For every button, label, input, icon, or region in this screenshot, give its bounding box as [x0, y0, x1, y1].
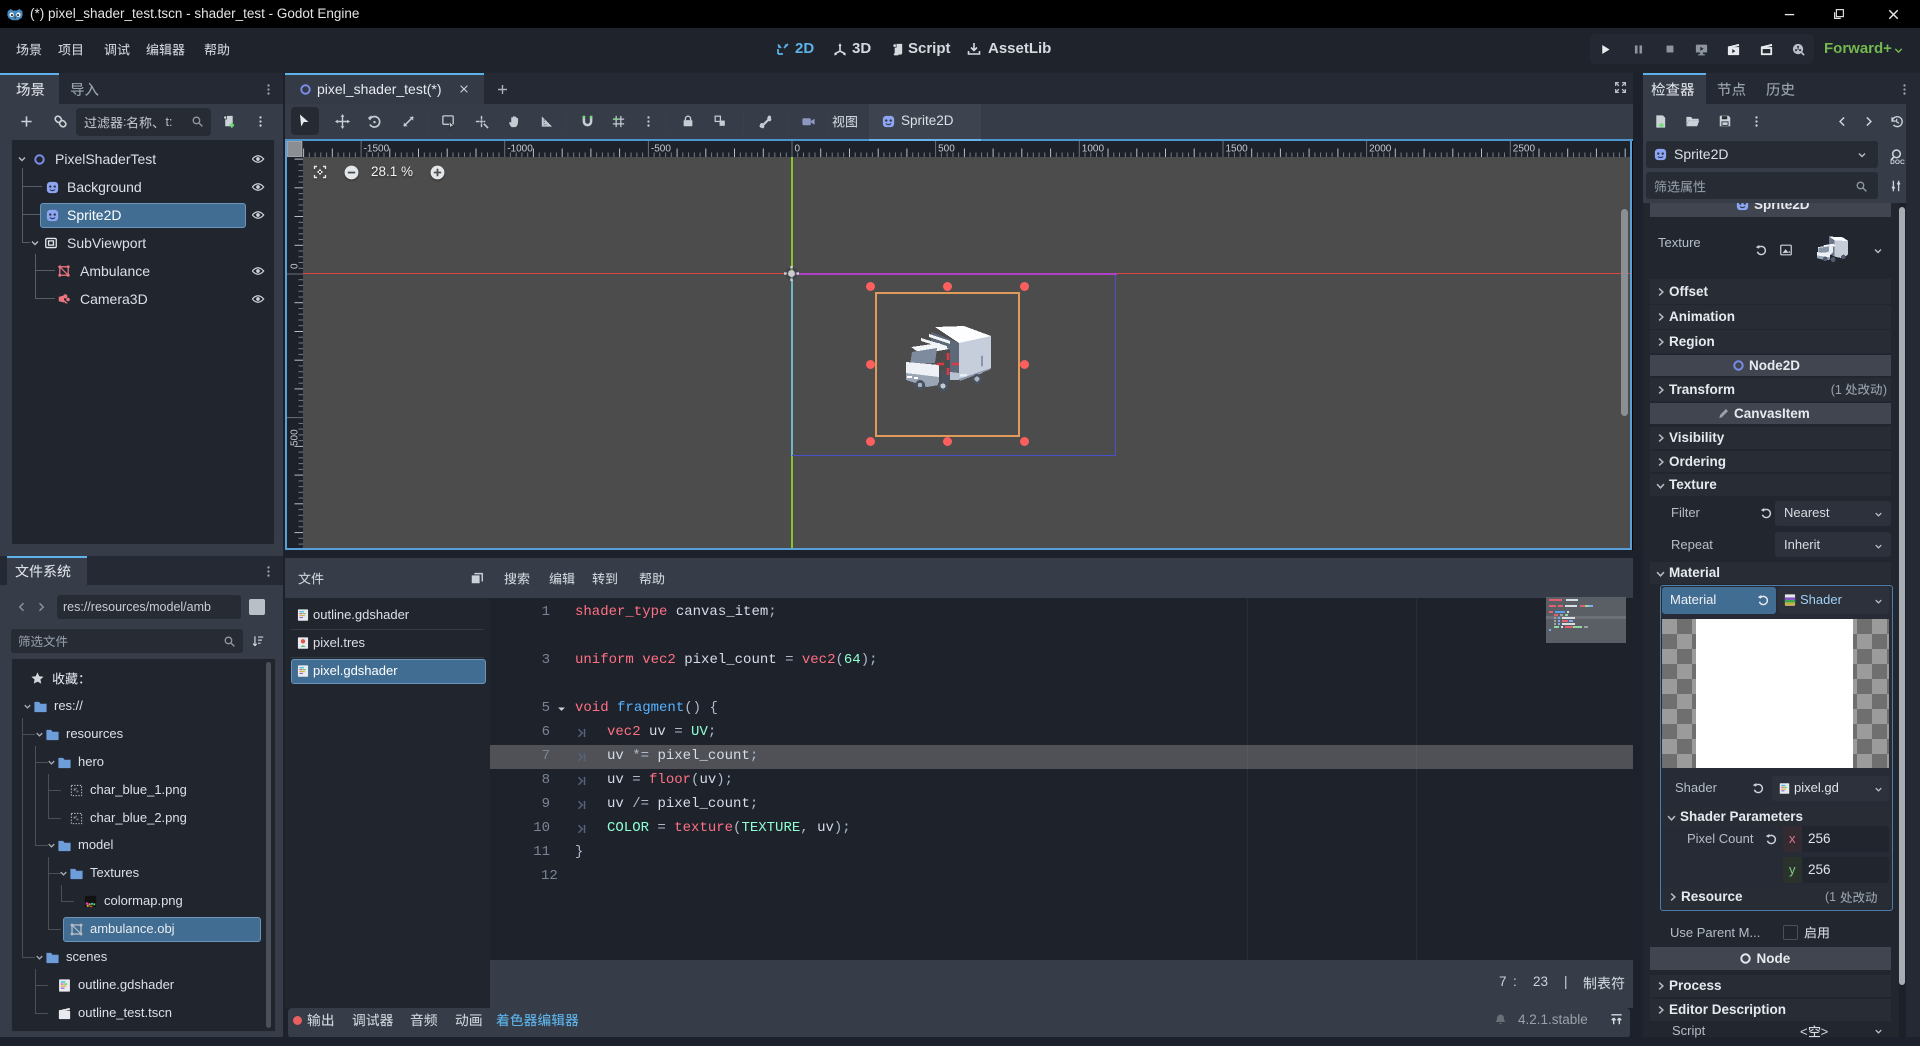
svg-text:500: 500 [290, 429, 301, 446]
svg-text:-1500: -1500 [364, 144, 390, 155]
svg-text:0: 0 [290, 263, 301, 269]
svg-text:-1000: -1000 [507, 144, 533, 155]
